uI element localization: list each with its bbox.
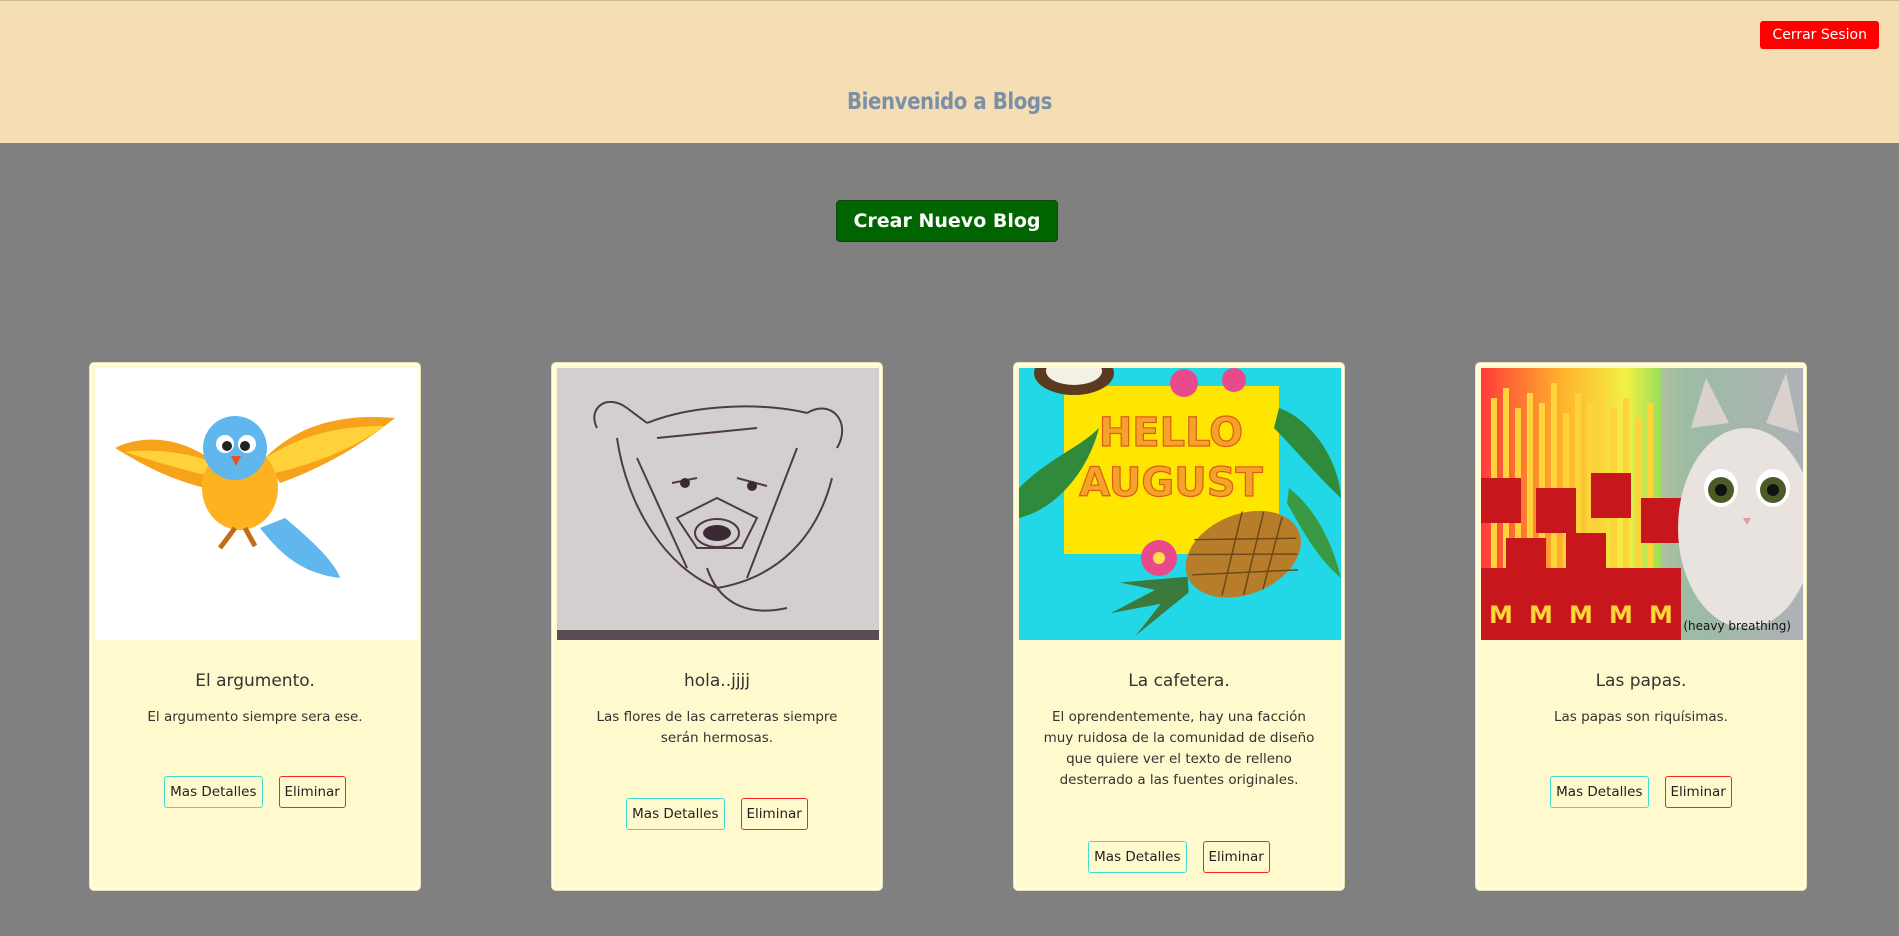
- blog-image: [557, 368, 879, 640]
- blog-title: hola..jjjj: [683, 671, 751, 691]
- svg-text:M: M: [1529, 601, 1553, 629]
- blog-image: MMM MM (heavy breathing): [1481, 368, 1803, 640]
- svg-text:M: M: [1489, 601, 1513, 629]
- image-text-august: AUGUST: [1079, 460, 1263, 506]
- card-actions: Mas Detalles Eliminar: [1016, 841, 1342, 873]
- image-text-hello: HELLO: [1099, 410, 1243, 456]
- delete-button[interactable]: Eliminar: [740, 798, 808, 830]
- details-button[interactable]: Mas Detalles: [626, 798, 725, 830]
- blog-card: El argumento. El argumento siempre sera …: [90, 363, 420, 890]
- card-actions: Mas Detalles Eliminar: [1478, 776, 1804, 808]
- image-caption: (heavy breathing): [1683, 619, 1791, 633]
- blog-description: El argumento siempre sera ese.: [147, 709, 363, 725]
- blog-image: HELLO AUGUST: [1019, 368, 1341, 640]
- page-title: Bienvenido a Blogs: [846, 89, 1053, 115]
- blog-title: Las papas.: [1595, 671, 1687, 691]
- delete-button[interactable]: Eliminar: [1664, 776, 1732, 808]
- delete-button[interactable]: Eliminar: [1202, 841, 1270, 873]
- blog-title: El argumento.: [195, 671, 315, 691]
- blog-description: El oprendentemente, hay una facción muy …: [1043, 709, 1315, 788]
- header: Cerrar Sesion Bienvenido a Blogs: [0, 0, 1899, 143]
- details-button[interactable]: Mas Detalles: [1088, 841, 1187, 873]
- svg-text:M: M: [1569, 601, 1593, 629]
- blog-image: [95, 368, 417, 640]
- blog-description: Las flores de las carreteras siempre ser…: [596, 709, 838, 746]
- blog-description: Las papas son riquísimas.: [1554, 709, 1728, 725]
- card-actions: Mas Detalles Eliminar: [92, 776, 418, 808]
- svg-text:M: M: [1649, 601, 1673, 629]
- card-actions: Mas Detalles Eliminar: [554, 798, 880, 830]
- create-blog-button[interactable]: Crear Nuevo Blog: [836, 200, 1058, 242]
- blog-title: La cafetera.: [1128, 671, 1230, 691]
- details-button[interactable]: Mas Detalles: [1550, 776, 1649, 808]
- logout-button[interactable]: Cerrar Sesion: [1760, 21, 1879, 49]
- svg-text:M: M: [1609, 601, 1633, 629]
- blog-card: HELLO AUGUST La cafetera. El oprendentem…: [1014, 363, 1344, 890]
- details-button[interactable]: Mas Detalles: [164, 776, 263, 808]
- blog-card: hola..jjjj Las flores de las carreteras …: [552, 363, 882, 890]
- blog-card: MMM MM (heavy breathing) Las papas. Las …: [1476, 363, 1806, 890]
- delete-button[interactable]: Eliminar: [278, 776, 346, 808]
